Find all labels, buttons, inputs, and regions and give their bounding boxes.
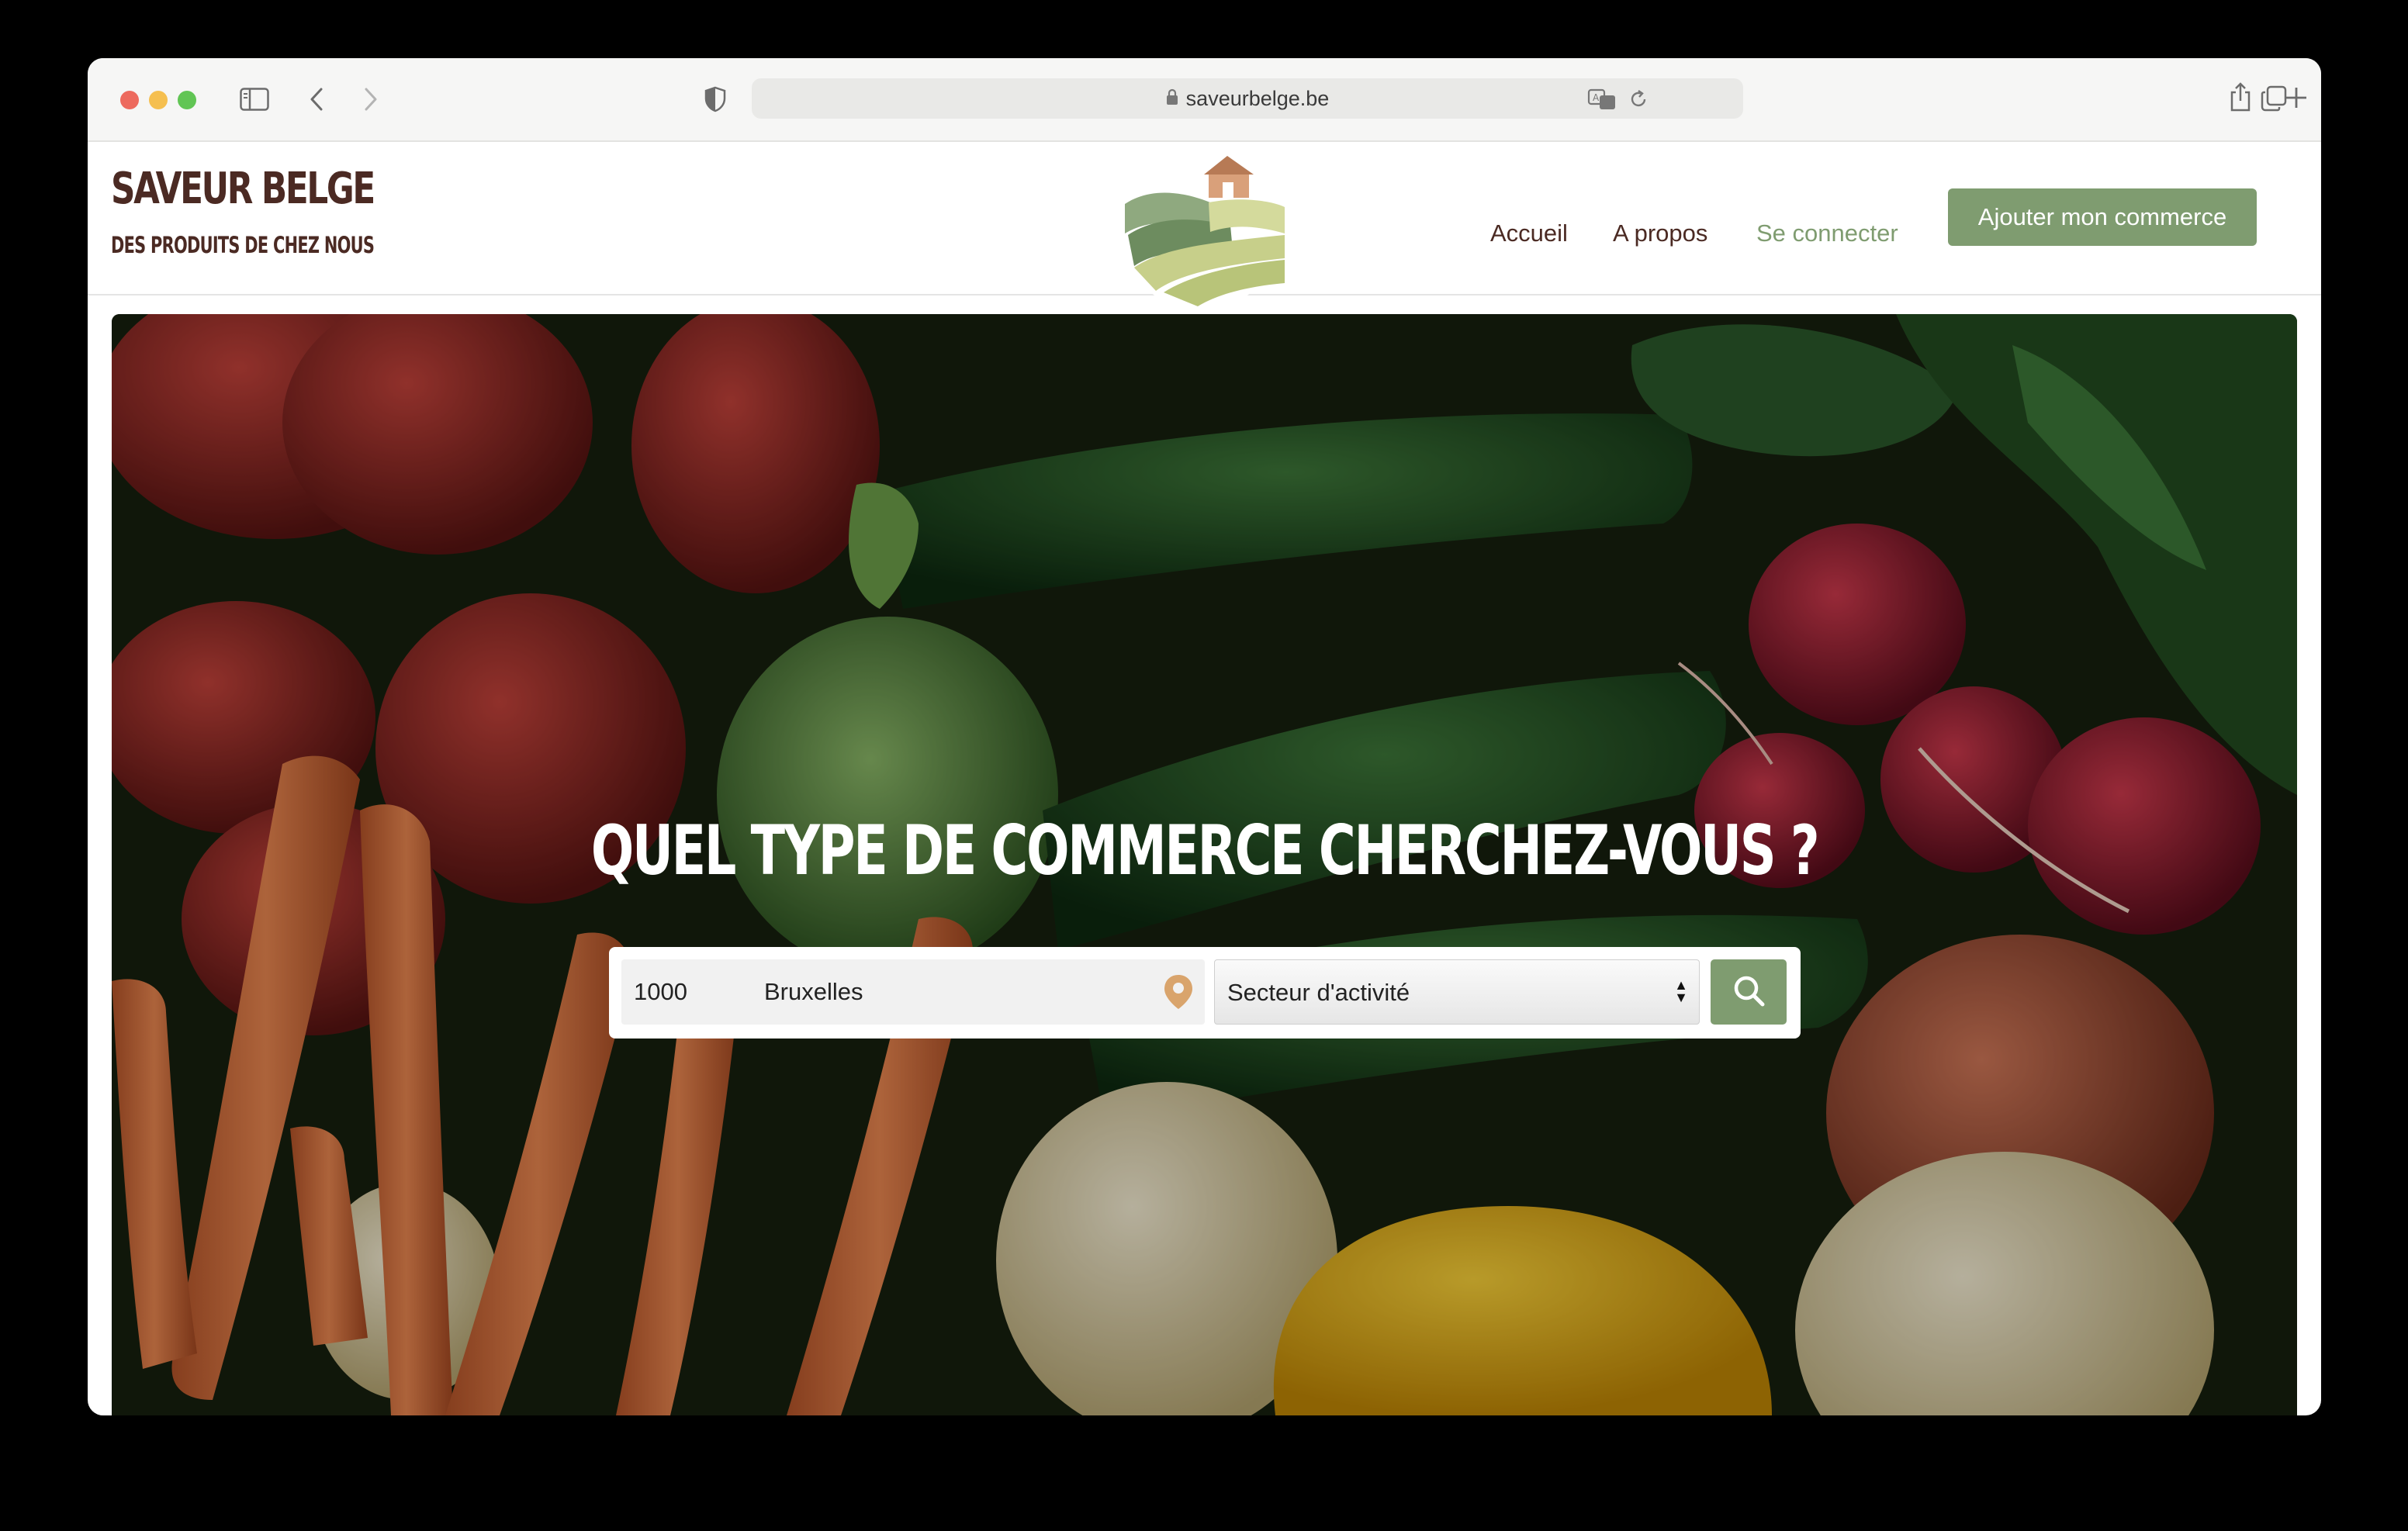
- select-arrows-icon: ▲ ▼: [1674, 977, 1688, 1005]
- sidebar-icon[interactable]: [239, 86, 270, 112]
- add-business-button[interactable]: Ajouter mon commerce: [1948, 188, 2257, 246]
- share-icon[interactable]: [2227, 80, 2254, 114]
- nav-home[interactable]: Accueil: [1490, 219, 1568, 247]
- hero-section: QUEL TYPE DE COMMERCE CHERCHEZ-VOUS ? 10…: [112, 314, 2297, 1415]
- sector-select[interactable]: Secteur d'activité ▲ ▼: [1214, 959, 1700, 1025]
- lock-icon: [1166, 87, 1178, 111]
- nav-about[interactable]: A propos: [1613, 219, 1707, 247]
- nav-login[interactable]: Se connecter: [1756, 219, 1898, 247]
- reload-icon[interactable]: [1627, 88, 1650, 111]
- minimize-window-button[interactable]: [149, 91, 168, 109]
- zip-code-value: 1000: [634, 978, 687, 1005]
- browser-toolbar: saveurbelge.be A: [88, 58, 2321, 142]
- url-text: saveurbelge.be: [1185, 86, 1330, 110]
- tabs-overview-icon[interactable]: [2260, 85, 2288, 112]
- maximize-window-button[interactable]: [178, 91, 196, 109]
- search-button[interactable]: [1711, 959, 1787, 1025]
- city-value: Bruxelles: [764, 978, 863, 1005]
- brand-title[interactable]: SAVEUR BELGE: [111, 164, 375, 214]
- location-input[interactable]: 1000 Bruxelles: [621, 959, 1205, 1025]
- back-icon[interactable]: [305, 85, 328, 114]
- svg-text:A: A: [1593, 92, 1600, 103]
- sector-select-value: Secteur d'activité: [1227, 979, 1410, 1006]
- translate-icon[interactable]: A: [1586, 86, 1617, 112]
- brand-subtitle: DES PRODUITS DE CHEZ NOUS: [111, 232, 375, 258]
- search-icon: [1732, 973, 1766, 1011]
- shield-icon[interactable]: [702, 85, 728, 114]
- hero-headline: QUEL TYPE DE COMMERCE CHERCHEZ-VOUS ?: [590, 810, 1820, 890]
- close-window-button[interactable]: [120, 91, 139, 109]
- browser-window: saveurbelge.be A SAVEUR BELGE DES PRODUI…: [88, 58, 2321, 1415]
- forward-icon[interactable]: [359, 85, 382, 114]
- search-form: 1000 Bruxelles Secteur d'activité ▲ ▼: [609, 947, 1801, 1039]
- site-logo[interactable]: [1117, 142, 1285, 309]
- map-pin-icon[interactable]: [1163, 973, 1194, 1017]
